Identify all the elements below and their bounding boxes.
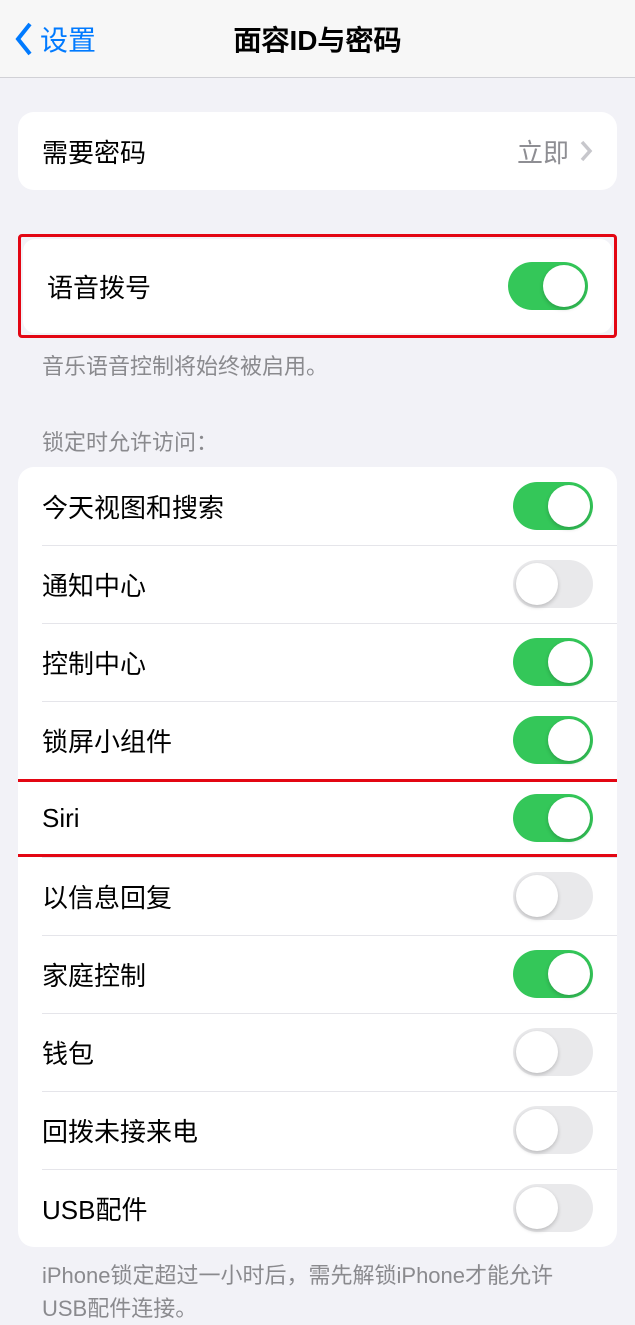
require-passcode-label: 需要密码 xyxy=(42,133,517,170)
lock-access-label: 控制中心 xyxy=(42,644,513,681)
lock-access-toggle[interactable] xyxy=(513,950,593,998)
lock-access-toggle[interactable] xyxy=(513,872,593,920)
lock-access-row: 控制中心 xyxy=(18,623,617,701)
lock-access-row: Siri xyxy=(18,779,617,857)
lock-access-toggle[interactable] xyxy=(513,1184,593,1232)
lock-access-row: 以信息回复 xyxy=(18,857,617,935)
lock-access-label: 家庭控制 xyxy=(42,956,513,993)
voice-dial-label: 语音拨号 xyxy=(47,268,508,305)
lock-access-toggle[interactable] xyxy=(513,794,593,842)
lock-access-row: 锁屏小组件 xyxy=(18,701,617,779)
lock-access-row: 回拨未接来电 xyxy=(18,1091,617,1169)
lock-access-header: 锁定时允许访问： xyxy=(18,425,617,467)
voice-dial-row: 语音拨号 xyxy=(23,239,612,333)
lock-access-toggle[interactable] xyxy=(513,560,593,608)
lock-access-label: 通知中心 xyxy=(42,566,513,603)
navigation-bar: 设置 面容ID与密码 xyxy=(0,0,635,78)
require-passcode-row[interactable]: 需要密码 立即 xyxy=(18,112,617,190)
chevron-left-icon xyxy=(12,20,34,58)
back-button[interactable]: 设置 xyxy=(0,19,96,59)
lock-access-row: USB配件 xyxy=(18,1169,617,1247)
lock-access-label: 今天视图和搜索 xyxy=(42,488,513,525)
lock-access-toggle[interactable] xyxy=(513,482,593,530)
lock-access-label: Siri xyxy=(42,803,513,834)
require-passcode-value: 立即 xyxy=(517,133,569,170)
back-label: 设置 xyxy=(40,19,96,59)
lock-access-label: 锁屏小组件 xyxy=(42,722,513,759)
lock-access-toggle[interactable] xyxy=(513,716,593,764)
voice-dial-group: 语音拨号 xyxy=(23,239,612,333)
lock-access-toggle[interactable] xyxy=(513,638,593,686)
voice-dial-highlight: 语音拨号 xyxy=(18,234,617,338)
lock-access-footer: iPhone锁定超过一小时后，需先解锁iPhone才能允许USB配件连接。 xyxy=(18,1247,617,1325)
lock-access-row: 通知中心 xyxy=(18,545,617,623)
lock-access-row: 钱包 xyxy=(18,1013,617,1091)
lock-access-row: 家庭控制 xyxy=(18,935,617,1013)
lock-access-label: 以信息回复 xyxy=(42,878,513,915)
lock-access-label: 回拨未接来电 xyxy=(42,1112,513,1149)
lock-access-toggle[interactable] xyxy=(513,1028,593,1076)
lock-access-row: 今天视图和搜索 xyxy=(18,467,617,545)
require-passcode-group: 需要密码 立即 xyxy=(18,112,617,190)
lock-access-label: USB配件 xyxy=(42,1190,513,1227)
chevron-right-icon xyxy=(579,139,593,163)
lock-access-label: 钱包 xyxy=(42,1034,513,1071)
lock-access-toggle[interactable] xyxy=(513,1106,593,1154)
voice-dial-footer: 音乐语音控制将始终被启用。 xyxy=(18,338,617,383)
voice-dial-toggle[interactable] xyxy=(508,262,588,310)
lock-access-group: 今天视图和搜索通知中心控制中心锁屏小组件 Siri 以信息回复家庭控制钱包回拨未接来… xyxy=(18,467,617,1247)
